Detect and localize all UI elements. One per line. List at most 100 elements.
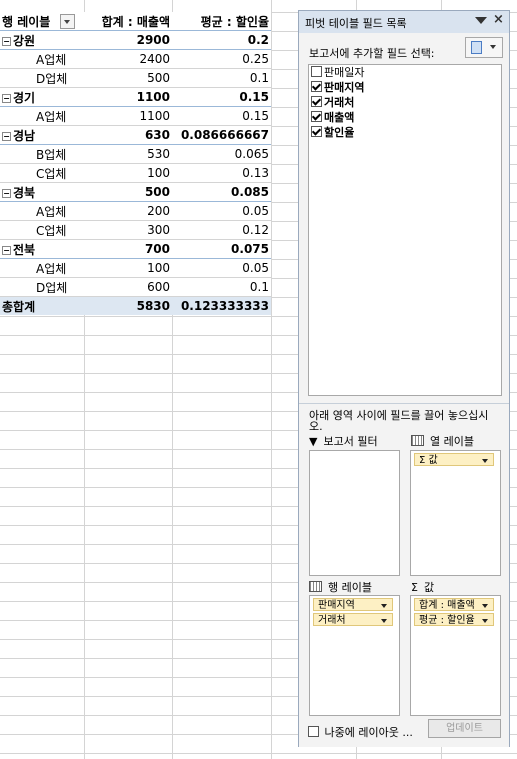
group-sum-cell[interactable]: 700 [84,239,172,259]
sum-header[interactable]: 합계 : 매출액 [84,12,172,31]
item-avg-cell[interactable]: 0.1 [172,68,271,88]
group-label: 경남 [13,128,36,143]
field-checkbox[interactable] [311,96,322,107]
chip-label: 평균 : 할인율 [419,615,475,626]
item-label-cell[interactable]: B업체 [0,144,84,164]
pane-options-icon[interactable] [475,17,487,24]
close-icon[interactable]: × [493,12,504,27]
item-avg-cell[interactable]: 0.13 [172,163,271,183]
chevron-down-icon [482,459,488,463]
field-label: 거래처 [324,96,355,109]
chip-label: Σ 값 [419,455,438,466]
item-sum-cell[interactable]: 2400 [84,49,172,69]
group-label: 강원 [13,33,36,48]
group-row: − 경기 1100 0.15 [0,87,271,107]
item-sum-cell[interactable]: 530 [84,144,172,164]
item-avg-cell[interactable]: 0.12 [172,220,271,240]
chevron-down-icon [381,604,387,608]
defer-layout-checkbox[interactable]: 나중에 레이아웃 ... [308,724,413,740]
group-label-cell[interactable]: − 경기 [0,87,84,107]
chip-label: 합계 : 매출액 [419,600,475,611]
checkbox[interactable] [308,726,319,737]
sigma-icon: Σ [411,581,418,594]
item-sum-cell[interactable]: 600 [84,277,172,297]
pivot-field-list-pane: 피벗 테이블 필드 목록 × 보고서에 추가할 필드 선택: 판매일자 판매지역 거… [298,10,510,747]
field-item[interactable]: 거래처 [311,96,354,110]
column-labels-text: 열 레이블 [430,435,474,448]
group-avg-cell[interactable]: 0.085 [172,182,271,202]
collapse-icon[interactable]: − [2,188,11,198]
group-label-cell[interactable]: − 전북 [0,239,84,259]
row-label-header[interactable]: 행 레이블 [0,12,84,31]
chip-label: 판매지역 [318,600,355,611]
item-label-cell[interactable]: D업체 [0,277,84,297]
field-checkbox[interactable] [311,81,322,92]
grand-total-avg[interactable]: 0.123333333 [172,296,271,315]
report-filter-area[interactable] [309,450,400,576]
item-avg-cell[interactable]: 0.065 [172,144,271,164]
field-checkbox[interactable] [311,126,322,137]
value-chip-avg[interactable]: 평균 : 할인율 [414,613,494,626]
item-avg-cell[interactable]: 0.05 [172,258,271,278]
row-labels-area[interactable]: 판매지역 거래처 [309,595,400,716]
layout-options-button[interactable] [465,37,503,58]
group-sum-cell[interactable]: 500 [84,182,172,202]
item-label-cell[interactable]: D업체 [0,68,84,88]
value-chip-sum[interactable]: 합계 : 매출액 [414,598,494,611]
item-avg-cell[interactable]: 0.05 [172,201,271,221]
field-item[interactable]: 판매지역 [311,81,364,95]
group-avg-cell[interactable]: 0.15 [172,87,271,107]
item-avg-cell[interactable]: 0.25 [172,49,271,69]
collapse-icon[interactable]: − [2,93,11,103]
values-text: 값 [423,581,435,594]
item-label-cell[interactable]: A업체 [0,258,84,278]
grand-total-label[interactable]: 총합계 [0,296,84,315]
field-item[interactable]: 판매일자 [311,66,364,80]
row-grid-icon [309,581,322,592]
item-sum-cell[interactable]: 100 [84,258,172,278]
item-label-cell[interactable]: C업체 [0,220,84,240]
item-row: A업체 2400 0.25 [0,49,271,69]
group-avg-cell[interactable]: 0.2 [172,30,271,50]
item-label-cell[interactable]: A업체 [0,106,84,126]
group-sum-cell[interactable]: 630 [84,125,172,145]
item-sum-cell[interactable]: 1100 [84,106,172,126]
item-label-cell[interactable]: C업체 [0,163,84,183]
field-checkbox[interactable] [311,66,322,77]
report-filter-text: 보고서 필터 [323,435,378,448]
row-chip-vendor[interactable]: 거래처 [313,613,393,626]
avg-header[interactable]: 평균 : 할인율 [172,12,271,31]
filter-dropdown-icon[interactable] [60,13,76,29]
values-area[interactable]: 합계 : 매출액 평균 : 할인율 [410,595,501,716]
group-label-cell[interactable]: − 경북 [0,182,84,202]
group-sum-cell[interactable]: 2900 [84,30,172,50]
item-label-cell[interactable]: A업체 [0,201,84,221]
item-avg-cell[interactable]: 0.15 [172,106,271,126]
group-avg-cell[interactable]: 0.086666667 [172,125,271,145]
field-checkbox[interactable] [311,111,322,122]
collapse-icon[interactable]: − [2,36,11,46]
grand-total-sum[interactable]: 5830 [84,296,172,315]
item-avg-cell[interactable]: 0.1 [172,277,271,297]
item-label-cell[interactable]: A업체 [0,49,84,69]
field-item[interactable]: 할인율 [311,126,354,140]
item-sum-cell[interactable]: 500 [84,68,172,88]
collapse-icon[interactable]: − [2,245,11,255]
group-avg-cell[interactable]: 0.075 [172,239,271,259]
group-sum-cell[interactable]: 1100 [84,87,172,107]
field-section: 보고서에 추가할 필드 선택: 판매일자 판매지역 거래처 매출액 할인율 [299,33,509,403]
item-sum-cell[interactable]: 200 [84,201,172,221]
group-label-cell[interactable]: − 강원 [0,30,84,50]
item-sum-cell[interactable]: 100 [84,163,172,183]
group-label-cell[interactable]: − 경남 [0,125,84,145]
item-sum-cell[interactable]: 300 [84,220,172,240]
update-button[interactable]: 업데이트 [428,719,501,738]
field-label: 할인율 [324,126,355,139]
row-label-text: 행 레이블 [2,14,51,29]
values-chip[interactable]: Σ 값 [414,453,494,466]
column-labels-area[interactable]: Σ 값 [410,450,501,576]
row-labels-text: 행 레이블 [328,581,372,594]
collapse-icon[interactable]: − [2,131,11,141]
field-item[interactable]: 매출액 [311,111,354,125]
row-chip-region[interactable]: 판매지역 [313,598,393,611]
